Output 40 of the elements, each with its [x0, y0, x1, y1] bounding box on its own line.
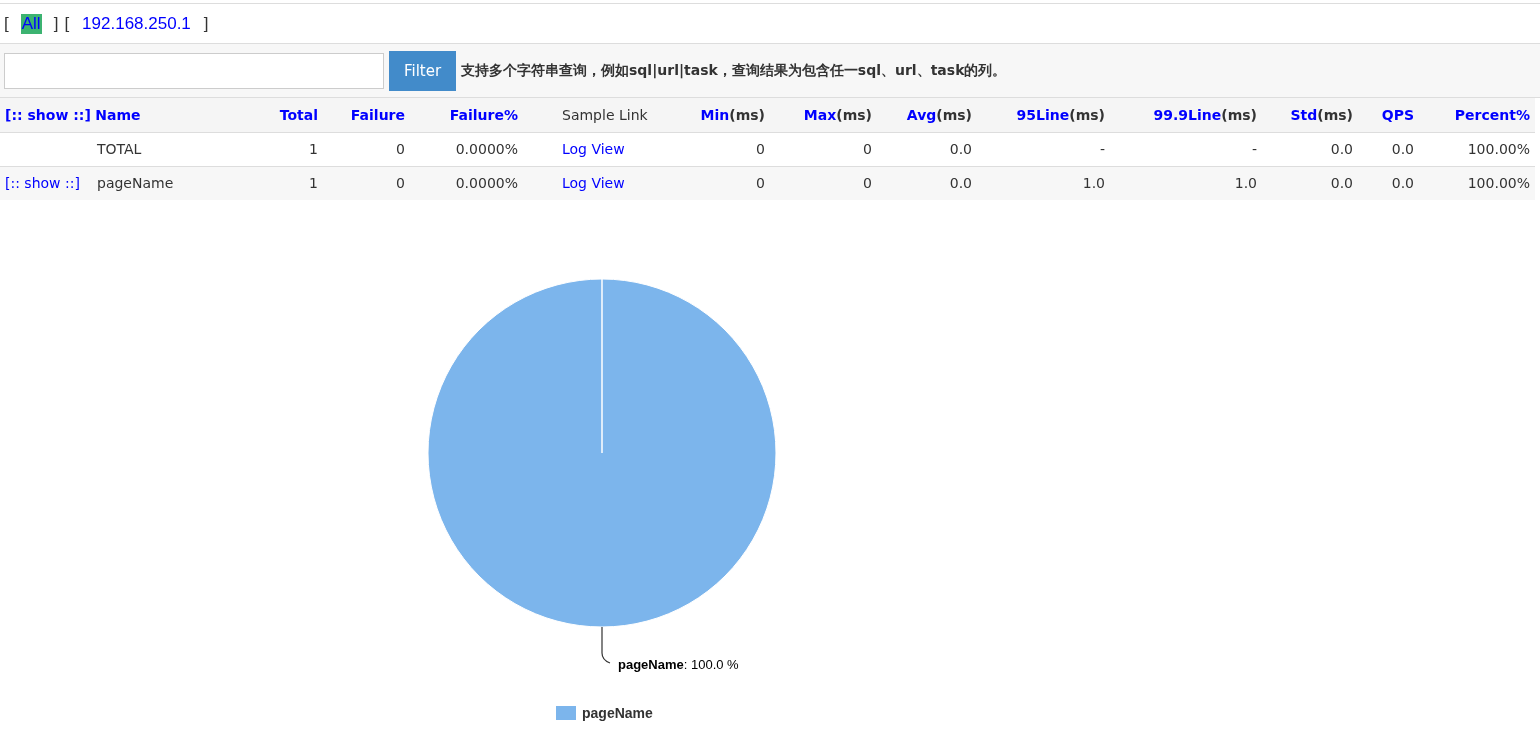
- show-link[interactable]: [:: show ::]: [5, 175, 80, 192]
- table-cell: 0.0: [1330, 175, 1353, 192]
- table-cell: 0: [756, 175, 765, 192]
- table-cell: 0.0: [949, 141, 972, 157]
- table-cell: 0.0000%: [455, 141, 518, 157]
- bracket: [: [4, 13, 9, 34]
- table-cell: 0: [756, 141, 765, 157]
- filter-input[interactable]: [4, 52, 384, 89]
- table-cell: 100.00%: [1467, 175, 1530, 192]
- column-header[interactable]: Name: [95, 106, 141, 123]
- table-cell: pageName: [97, 175, 174, 192]
- filter-hint: 支持多个字符串查询，例如sql|url|task，查询结果为包含任一sql、url、task的列。: [461, 61, 1007, 80]
- table-cell: -: [1099, 141, 1105, 157]
- leader-line: [601, 626, 611, 664]
- legend-swatch: [556, 706, 576, 720]
- table-cell: 0: [396, 141, 405, 157]
- table-cell: 0.0: [949, 175, 972, 192]
- host-tab[interactable]: 192.168.250.1: [81, 13, 192, 34]
- bracket: ]: [53, 13, 59, 34]
- table-cell: -: [1251, 141, 1257, 157]
- table-cell: 0: [863, 175, 872, 192]
- bracket: [: [64, 13, 70, 34]
- table-cell: 0.0: [1391, 141, 1414, 157]
- table-cell: 0.0: [1391, 175, 1414, 192]
- log-view-link[interactable]: Log View: [562, 141, 625, 157]
- table-cell: 1: [309, 141, 318, 157]
- table-cell: 0: [396, 175, 405, 192]
- table-cell: 0.0: [1330, 141, 1353, 157]
- table-cell: 1.0: [1082, 175, 1105, 192]
- table-cell: 0.0000%: [455, 175, 518, 192]
- table-cell: 100.00%: [1467, 141, 1530, 157]
- show-all-link[interactable]: [:: show ::]: [5, 106, 91, 123]
- data-label: pageName: 100.0 %: [618, 657, 739, 672]
- table-cell: 1: [309, 175, 318, 192]
- table-cell: 0: [863, 141, 872, 157]
- bracket: ]: [203, 13, 209, 34]
- table-cell: TOTAL: [97, 141, 142, 157]
- table-cell: 1.0: [1234, 175, 1257, 192]
- legend-label[interactable]: pageName: [582, 705, 653, 721]
- filter-button[interactable]: Filter: [389, 50, 456, 91]
